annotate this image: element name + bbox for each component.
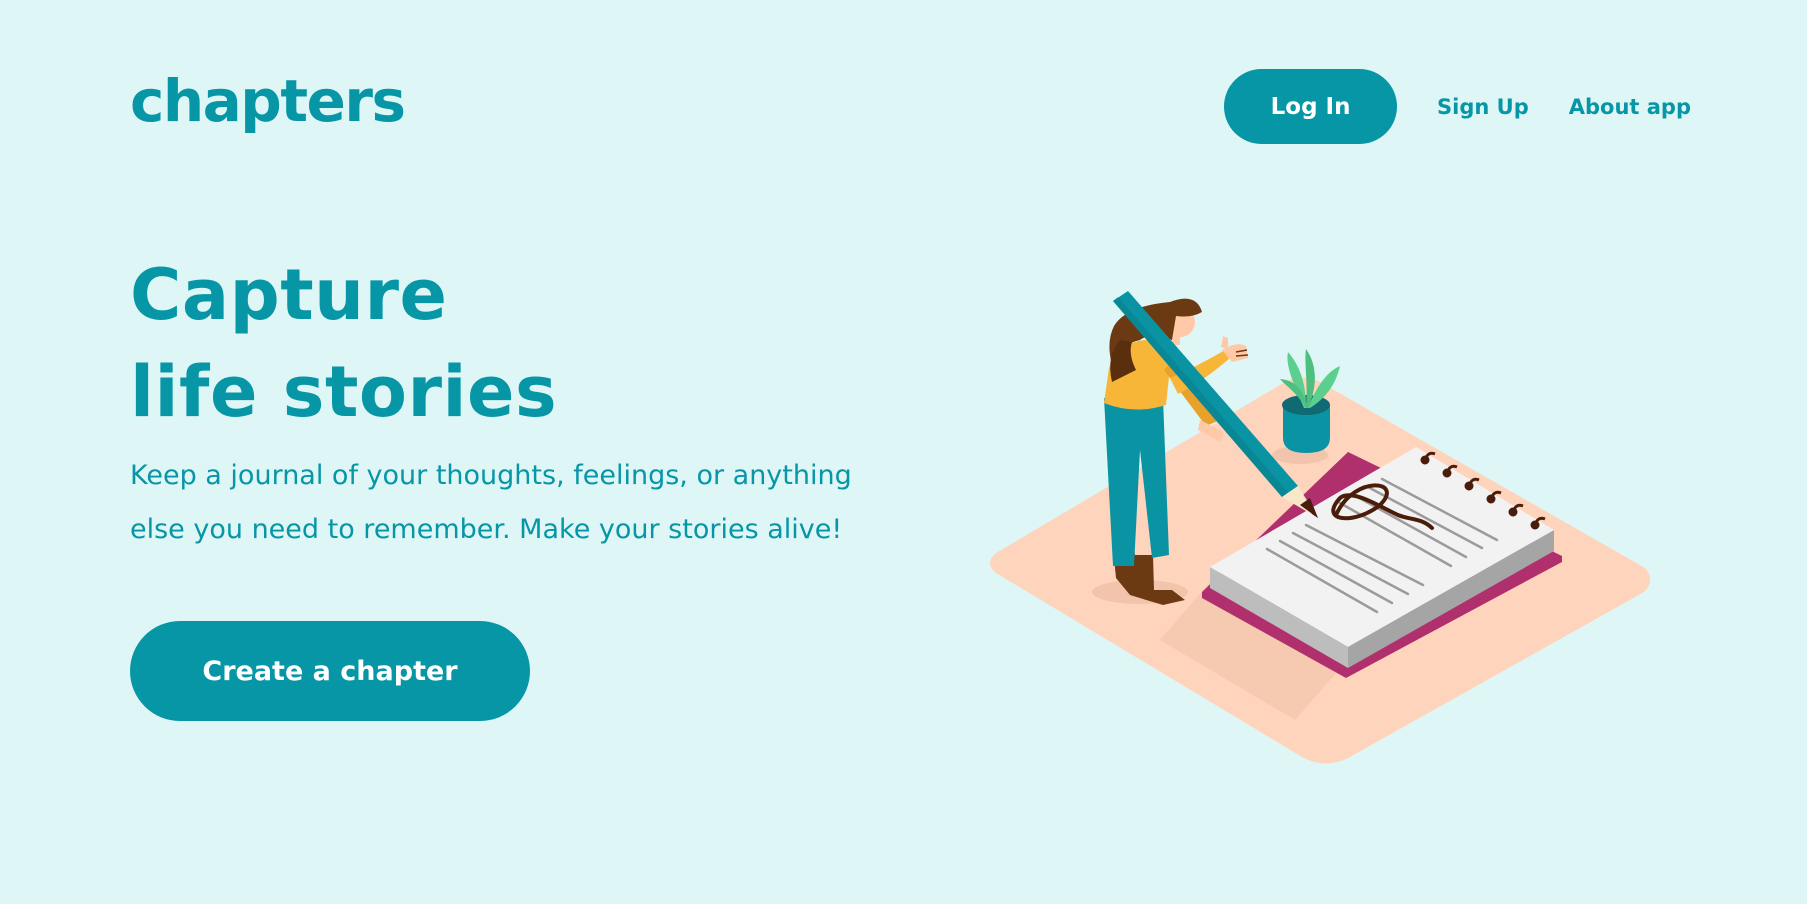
signup-link[interactable]: Sign Up — [1437, 95, 1529, 119]
hero-title-line-2: life stories — [130, 351, 558, 433]
woman-writing-journal-illustration — [990, 291, 1651, 764]
hero-title: Capture life stories — [130, 247, 557, 441]
hero-description-line-1: Keep a journal of your thoughts, feeling… — [130, 460, 852, 491]
top-nav: Log In Sign Up About app — [1224, 69, 1691, 144]
logo[interactable]: chapters — [130, 72, 406, 130]
hero-title-line-1: Capture — [130, 254, 448, 336]
create-chapter-button[interactable]: Create a chapter — [130, 621, 530, 721]
hero-description: Keep a journal of your thoughts, feeling… — [130, 462, 890, 570]
about-app-link[interactable]: About app — [1569, 95, 1691, 119]
hero-description-line-2: else you need to remember. Make your sto… — [130, 514, 843, 545]
login-button[interactable]: Log In — [1224, 69, 1398, 144]
